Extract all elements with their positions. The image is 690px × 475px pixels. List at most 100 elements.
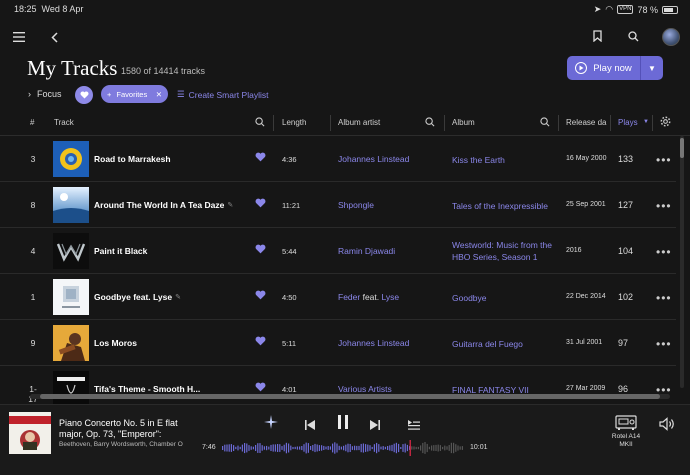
favorite-heart-icon[interactable] (255, 382, 266, 394)
favorite-heart-icon[interactable] (255, 244, 266, 256)
waveform-bar (391, 444, 393, 452)
album-link[interactable]: Kiss the Earth (452, 154, 564, 166)
playhead[interactable] (409, 440, 411, 456)
album-artist-link[interactable]: Johannes Linstead (338, 338, 409, 348)
avatar[interactable] (662, 28, 680, 46)
scrollbar-thumb[interactable] (680, 138, 684, 158)
favorite-heart-icon[interactable] (255, 198, 266, 210)
output-device[interactable]: Rotel A14 MKII (605, 415, 647, 449)
chevron-left-icon[interactable] (48, 30, 62, 44)
album-link[interactable]: Goodbye (452, 292, 564, 304)
more-options-icon[interactable]: ••• (656, 199, 672, 213)
album-artist-link[interactable]: Feder (338, 292, 360, 302)
radio-sparkle-icon[interactable] (264, 415, 278, 434)
track-name[interactable]: Paint it Black (94, 246, 147, 256)
play-now-dropdown[interactable]: ▼ (641, 64, 663, 73)
waveform-bar (417, 446, 419, 450)
album-artist-link[interactable]: Ramin Djawadi (338, 246, 395, 256)
play-now-button[interactable]: Play now ▼ (567, 56, 663, 80)
search-icon[interactable] (626, 29, 640, 43)
waveform-bar (228, 444, 230, 452)
album-search-icon[interactable] (540, 117, 550, 127)
track-name[interactable]: Tifa's Theme - Smooth H... (94, 384, 200, 394)
next-icon[interactable] (370, 417, 380, 435)
previous-icon[interactable] (305, 417, 315, 435)
create-smart-playlist-link[interactable]: ☰ Create Smart Playlist (177, 89, 268, 100)
favorite-heart-icon[interactable] (255, 152, 266, 164)
column-album[interactable]: Album (452, 118, 475, 127)
gear-icon[interactable] (660, 116, 671, 127)
vertical-scrollbar[interactable] (680, 136, 684, 388)
now-playing-artwork[interactable] (9, 412, 51, 454)
play-now-main[interactable]: Play now (567, 56, 641, 80)
favorites-chip[interactable]: + Favorites ✕ (101, 85, 168, 103)
release-date: 22 Dec 2014 (566, 293, 606, 300)
waveform-bar (444, 445, 446, 451)
more-options-icon[interactable]: ••• (656, 245, 672, 259)
queue-icon[interactable] (408, 417, 420, 435)
table-row[interactable]: 9 Los Moros 5:11 Johannes Linstead Guita… (0, 320, 676, 366)
album-artist-link[interactable]: Various Artists (338, 384, 392, 394)
album-art[interactable] (53, 233, 89, 269)
column-release-date[interactable]: Release da (566, 118, 608, 127)
album-artist-search-icon[interactable] (425, 117, 435, 127)
column-separator[interactable] (444, 115, 445, 131)
horizontal-scrollbar[interactable] (30, 394, 670, 399)
scrollbar-thumb[interactable] (40, 394, 660, 399)
table-row[interactable]: 8 Around The World In A Tea Daze ✎ 11:21 … (0, 182, 676, 228)
waveform-bar (332, 443, 334, 453)
track-length: 11:21 (282, 201, 301, 210)
column-separator[interactable] (652, 115, 653, 131)
column-separator[interactable] (558, 115, 559, 131)
edit-pencil-icon: ✎ (227, 202, 234, 209)
album-link[interactable]: Guitarra del Fuego (452, 338, 564, 350)
more-options-icon[interactable]: ••• (656, 153, 672, 167)
favorites-filter-button[interactable] (75, 86, 93, 104)
focus-toggle[interactable]: › Focus (28, 89, 62, 99)
album-link[interactable]: Tales of the Inexpressible (452, 200, 564, 212)
album-art[interactable] (53, 187, 89, 223)
column-album-artist[interactable]: Album artist (338, 118, 380, 127)
album-art[interactable] (53, 371, 89, 407)
track-name[interactable]: Goodbye feat. Lyse ✎ (94, 292, 181, 302)
album-link[interactable]: Westworld: Music from the HBO Series, Se… (452, 239, 564, 263)
hamburger-icon[interactable] (12, 30, 26, 44)
table-row[interactable]: 1 Goodbye feat. Lyse ✎ 4:50 Feder feat. L… (0, 274, 676, 320)
column-separator[interactable] (273, 115, 274, 131)
waveform-bar (448, 445, 450, 451)
album-artist-link[interactable]: Johannes Linstead (338, 154, 409, 164)
column-number[interactable]: # (30, 118, 34, 127)
column-track[interactable]: Track (54, 118, 74, 127)
close-icon[interactable]: ✕ (156, 90, 162, 99)
waveform-bar (252, 446, 254, 450)
featured-artist-link[interactable]: Lyse (382, 292, 400, 302)
more-options-icon[interactable]: ••• (656, 337, 672, 351)
waveform-bar (314, 443, 316, 453)
pause-icon[interactable] (337, 415, 349, 434)
volume-icon[interactable] (659, 417, 676, 436)
track-name-text: Los Moros (94, 338, 137, 348)
track-name[interactable]: Road to Marrakesh (94, 154, 171, 164)
track-name[interactable]: Around The World In A Tea Daze ✎ (94, 200, 233, 210)
track-search-icon[interactable] (255, 117, 265, 127)
bookmark-icon[interactable] (590, 29, 604, 43)
waveform-seekbar[interactable] (222, 440, 464, 456)
favorite-heart-icon[interactable] (255, 336, 266, 348)
album-art[interactable] (53, 141, 89, 177)
table-row[interactable]: 4 Paint it Black 5:44 Ramin Djawadi West… (0, 228, 676, 274)
column-separator[interactable] (610, 115, 611, 131)
waveform-bar (367, 444, 369, 452)
column-length[interactable]: Length (282, 118, 306, 127)
table-row[interactable]: 3 Road to Marrakesh 4:36 Johannes Linste… (0, 136, 676, 182)
favorite-heart-icon[interactable] (255, 290, 266, 302)
more-options-icon[interactable]: ••• (656, 291, 672, 305)
waveform-bar (457, 445, 459, 451)
album-artist-link[interactable]: Shpongle (338, 200, 374, 210)
column-separator[interactable] (330, 115, 331, 131)
now-playing-title[interactable]: Piano Concerto No. 5 in E flat major, Op… (59, 418, 189, 440)
column-plays[interactable]: Plays (618, 118, 638, 127)
album-art[interactable] (53, 325, 89, 361)
album-art[interactable] (53, 279, 89, 315)
now-playing-artist[interactable]: Beethoven, Barry Wordsworth, Chamber O (59, 441, 195, 448)
track-name[interactable]: Los Moros (94, 338, 137, 348)
